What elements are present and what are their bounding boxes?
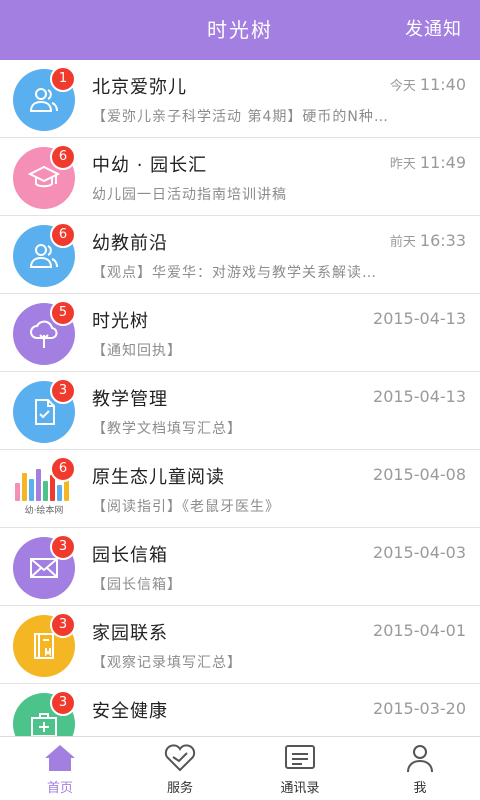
- conversation-item[interactable]: 5 时光树 2015-04-13 【通知回执】: [0, 294, 480, 372]
- conversation-item[interactable]: 6 幼教前沿 前天 16:33 【观点】华爱华：对游戏与教学关系解读…: [0, 216, 480, 294]
- tab-bar: 首页 服务 通讯录 我: [0, 736, 480, 800]
- unread-badge: 1: [50, 66, 76, 92]
- heart-icon: [164, 744, 196, 772]
- unread-badge: 3: [50, 612, 76, 638]
- tab-label: 首页: [46, 781, 73, 796]
- conversation-item[interactable]: 3 教学管理 2015-04-13 【教学文档填写汇总】: [0, 372, 480, 450]
- conversation-title: 时光树: [92, 311, 149, 332]
- conversation-preview: 【教学文档填写汇总】: [92, 421, 242, 437]
- person-icon: [407, 745, 433, 773]
- conversation-title: 家园联系: [92, 623, 168, 644]
- unread-badge: 5: [50, 300, 76, 326]
- tab-contacts[interactable]: 通讯录: [240, 737, 360, 800]
- conversation-time: 2015-04-13: [373, 309, 466, 328]
- unread-badge: 3: [50, 534, 76, 560]
- conversation-time: 昨天 11:49: [390, 153, 466, 172]
- header-bar: 时光树 发通知: [0, 0, 480, 60]
- unread-badge: 6: [50, 144, 76, 170]
- tab-label: 服务: [166, 781, 193, 796]
- conversation-preview: 幼儿园一日活动指南培训讲稿: [92, 187, 287, 203]
- conversation-time: 2015-04-08: [373, 465, 466, 484]
- time-value: 16:33: [419, 231, 466, 250]
- conversation-time: 2015-04-01: [373, 621, 466, 640]
- unread-badge: 3: [50, 378, 76, 404]
- tab-home[interactable]: 首页: [0, 737, 120, 800]
- conversation-preview: 【通知回执】: [92, 343, 182, 359]
- time-value: 11:49: [419, 153, 466, 172]
- conversation-preview: 【观察记录填写汇总】: [92, 655, 242, 671]
- unread-badge: 6: [50, 222, 76, 248]
- conversation-title: 原生态儿童阅读: [92, 467, 225, 488]
- conversation-title: 安全健康: [92, 701, 168, 722]
- relative-day: 今天: [389, 79, 416, 94]
- conversation-title: 幼教前沿: [92, 233, 168, 254]
- conversation-title: 教学管理: [92, 389, 168, 410]
- tab-service[interactable]: 服务: [120, 737, 240, 800]
- conversation-time: 2015-03-20: [373, 699, 466, 718]
- unread-badge: 6: [50, 456, 76, 482]
- conversation-time: 2015-04-13: [373, 387, 466, 406]
- conversation-title: 园长信箱: [92, 545, 168, 566]
- conversation-item[interactable]: 3 家园联系 2015-04-01 【观察记录填写汇总】: [0, 606, 480, 684]
- conversation-preview: 【爱弥儿亲子科学活动 第4期】硬币的N种…: [92, 109, 389, 125]
- tab-label: 我: [413, 781, 427, 796]
- time-value: 11:40: [419, 75, 466, 94]
- conversation-item[interactable]: 3 安全健康 2015-03-20: [0, 684, 480, 736]
- home-icon: [45, 745, 75, 771]
- conversation-time: 2015-04-03: [373, 543, 466, 562]
- conversation-item[interactable]: 3 园长信箱 2015-04-03 【园长信箱】: [0, 528, 480, 606]
- conversation-item[interactable]: 幼·绘本网 6 原生态儿童阅读 2015-04-08 【阅读指引】《老鼠牙医生》: [0, 450, 480, 528]
- tab-me[interactable]: 我: [360, 737, 480, 800]
- app: 时光树 发通知 1 北京爱弥儿 今天 11:40 【爱弥儿亲子科学活动 第4期】硬…: [0, 0, 480, 800]
- conversation-item[interactable]: 6 中幼 · 园长汇 昨天 11:49 幼儿园一日活动指南培训讲稿: [0, 138, 480, 216]
- conversation-list: 1 北京爱弥儿 今天 11:40 【爱弥儿亲子科学活动 第4期】硬币的N种… 6 …: [0, 60, 480, 736]
- contacts-icon: [285, 745, 315, 769]
- unread-badge: 3: [50, 690, 76, 716]
- conversation-preview: 【阅读指引】《老鼠牙医生》: [92, 499, 280, 515]
- relative-day: 前天: [389, 235, 416, 250]
- send-notice-button[interactable]: 发通知: [405, 0, 462, 60]
- logo-caption: 幼·绘本网: [24, 506, 64, 516]
- relative-day: 昨天: [389, 157, 416, 172]
- conversation-time: 今天 11:40: [390, 75, 466, 94]
- tab-label: 通讯录: [280, 781, 320, 796]
- conversation-time: 前天 16:33: [390, 231, 466, 250]
- conversation-title: 中幼 · 园长汇: [92, 155, 208, 176]
- conversation-item[interactable]: 1 北京爱弥儿 今天 11:40 【爱弥儿亲子科学活动 第4期】硬币的N种…: [0, 60, 480, 138]
- conversation-title: 北京爱弥儿: [92, 77, 187, 98]
- conversation-preview: 【园长信箱】: [92, 577, 182, 593]
- conversation-preview: 【观点】华爱华：对游戏与教学关系解读…: [92, 265, 377, 281]
